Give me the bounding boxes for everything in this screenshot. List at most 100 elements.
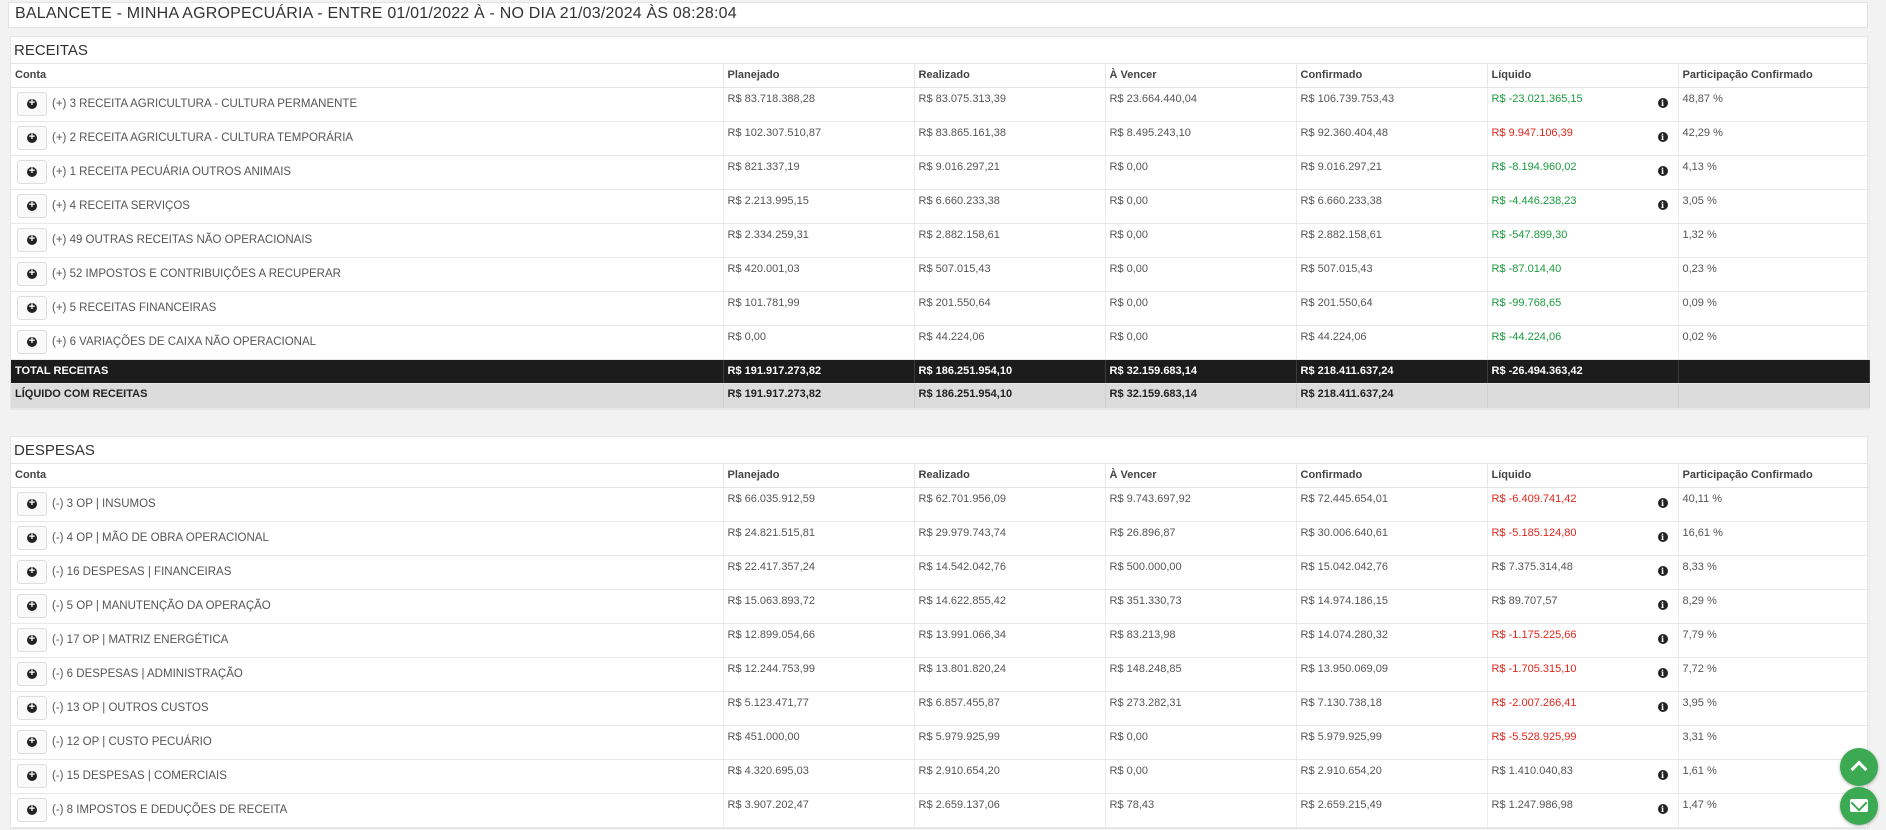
participacao-cell: 40,11 % bbox=[1678, 487, 1870, 522]
conta-cell: (+) 3 RECEITA AGRICULTURA - CULTURA PERM… bbox=[11, 87, 724, 122]
info-icon[interactable]: i bbox=[1657, 599, 1668, 610]
participacao-cell: 42,29 % bbox=[1678, 121, 1870, 156]
expand-plus-icon[interactable] bbox=[17, 696, 47, 720]
report-title: BALANCETE - MINHA AGROPECUÁRIA - ENTRE 0… bbox=[15, 5, 737, 22]
expand-plus-icon[interactable] bbox=[17, 330, 47, 354]
planejado-cell: R$ 0,00 bbox=[723, 325, 915, 360]
planejado-cell: R$ 83.718.388,28 bbox=[723, 87, 915, 122]
expand-plus-icon[interactable] bbox=[17, 798, 47, 822]
info-icon[interactable]: i bbox=[1657, 701, 1668, 712]
scroll-top-button[interactable] bbox=[1840, 748, 1878, 786]
info-icon[interactable]: i bbox=[1657, 531, 1668, 542]
conta-cell: (+) 4 RECEITA SERVIÇOS bbox=[11, 189, 724, 224]
table-row: (-) 13 OP | OUTROS CUSTOS R$ 5.123.471,77… bbox=[11, 691, 1870, 726]
liquido-value: R$ 9.947.106,39 bbox=[1491, 126, 1573, 139]
conta-label[interactable]: (+) 1 RECEITA PECUÁRIA OUTROS ANIMAIS bbox=[52, 166, 291, 178]
conta-label[interactable]: (-) 16 DESPESAS | FINANCEIRAS bbox=[52, 566, 231, 578]
realizado-cell: R$ 13.801.820,24 bbox=[914, 657, 1106, 692]
info-icon[interactable]: i bbox=[1657, 497, 1668, 508]
table-row: (-) 4 OP | MÃO DE OBRA OPERACIONAL R$ 24.… bbox=[11, 521, 1870, 556]
participacao-cell: 3,95 % bbox=[1678, 691, 1870, 726]
conta-label[interactable]: (-) 12 OP | CUSTO PECUÁRIO bbox=[52, 736, 212, 748]
expand-plus-icon[interactable] bbox=[17, 492, 47, 516]
contact-mail-button[interactable] bbox=[1840, 787, 1878, 825]
expand-plus-icon[interactable] bbox=[17, 126, 47, 150]
conta-label[interactable]: (-) 5 OP | MANUTENÇÃO DA OPERAÇÃO bbox=[52, 600, 271, 612]
conta-label[interactable]: (+) 5 RECEITAS FINANCEIRAS bbox=[52, 302, 216, 314]
conta-cell: (+) 6 VARIAÇÕES DE CAIXA NÃO OPERACIONAL bbox=[11, 325, 724, 360]
liquido-receitas-row-a-vencer: R$ 32.159.683,14 bbox=[1105, 383, 1297, 409]
participacao-cell: 8,29 % bbox=[1678, 589, 1870, 624]
conta-label[interactable]: (-) 15 DESPESAS | COMERCIAIS bbox=[52, 770, 227, 782]
expand-plus-icon[interactable] bbox=[17, 160, 47, 184]
confirmado-cell: R$ 106.739.753,43 bbox=[1296, 87, 1488, 122]
confirmado-cell: R$ 15.042.042,76 bbox=[1296, 555, 1488, 590]
planejado-cell: R$ 101.781,99 bbox=[723, 291, 915, 326]
liquido-value: R$ 1.410.040,83 bbox=[1491, 764, 1573, 777]
info-icon[interactable]: i bbox=[1657, 769, 1668, 780]
liquido-cell: R$ -2.007.266,41 i bbox=[1487, 691, 1679, 726]
info-icon[interactable]: i bbox=[1657, 165, 1668, 176]
info-icon[interactable]: i bbox=[1657, 97, 1668, 108]
realizado-cell: R$ 6.857.455,87 bbox=[914, 691, 1106, 726]
expand-plus-icon[interactable] bbox=[17, 526, 47, 550]
info-icon[interactable]: i bbox=[1657, 803, 1668, 814]
conta-label[interactable]: (-) 3 OP | INSUMOS bbox=[52, 498, 156, 510]
expand-plus-icon[interactable] bbox=[17, 764, 47, 788]
confirmado-cell: R$ 14.074.280,32 bbox=[1296, 623, 1488, 658]
total-receitas-row-planejado: R$ 191.917.273,82 bbox=[723, 359, 915, 384]
expand-plus-icon[interactable] bbox=[17, 296, 47, 320]
conta-label[interactable]: (+) 49 OUTRAS RECEITAS NÃO OPERACIONAIS bbox=[52, 234, 312, 246]
realizado-cell: R$ 2.910.654,20 bbox=[914, 759, 1106, 794]
liquido-value: R$ -547.899,30 bbox=[1491, 228, 1568, 241]
confirmado-cell: R$ 2.659.215,49 bbox=[1296, 793, 1488, 828]
info-icon[interactable]: i bbox=[1657, 667, 1668, 678]
conta-label[interactable]: (+) 2 RECEITA AGRICULTURA - CULTURA TEMP… bbox=[52, 132, 353, 144]
conta-cell: (-) 16 DESPESAS | FINANCEIRAS bbox=[11, 555, 724, 590]
expand-plus-icon[interactable] bbox=[17, 194, 47, 218]
participacao-cell: 48,87 % bbox=[1678, 87, 1870, 122]
realizado-cell: R$ 29.979.743,74 bbox=[914, 521, 1106, 556]
conta-label[interactable]: (-) 4 OP | MÃO DE OBRA OPERACIONAL bbox=[52, 532, 269, 544]
conta-label[interactable]: (+) 4 RECEITA SERVIÇOS bbox=[52, 200, 190, 212]
expand-plus-icon[interactable] bbox=[17, 262, 47, 286]
expand-plus-icon[interactable] bbox=[17, 628, 47, 652]
liquido-cell: R$ 7.375.314,48 i bbox=[1487, 555, 1679, 590]
conta-label[interactable]: (-) 8 IMPOSTOS E DEDUÇÕES DE RECEITA bbox=[52, 804, 287, 816]
conta-label[interactable]: (-) 6 DESPESAS | ADMINISTRAÇÃO bbox=[52, 668, 243, 680]
total-receitas-row-label: TOTAL RECEITAS bbox=[11, 359, 724, 384]
expand-plus-icon[interactable] bbox=[17, 228, 47, 252]
conta-label[interactable]: (-) 17 OP | MATRIZ ENERGÉTICA bbox=[52, 634, 228, 646]
planejado-cell: R$ 22.417.357,24 bbox=[723, 555, 915, 590]
expand-plus-icon[interactable] bbox=[17, 92, 47, 116]
planejado-cell: R$ 24.821.515,81 bbox=[723, 521, 915, 556]
conta-cell: (-) 17 OP | MATRIZ ENERGÉTICA bbox=[11, 623, 724, 658]
info-icon[interactable]: i bbox=[1657, 131, 1668, 142]
expand-plus-icon[interactable] bbox=[17, 560, 47, 584]
conta-cell: (+) 5 RECEITAS FINANCEIRAS bbox=[11, 291, 724, 326]
info-icon[interactable]: i bbox=[1657, 565, 1668, 576]
confirmado-cell: R$ 7.130.738,18 bbox=[1296, 691, 1488, 726]
conta-label[interactable]: (+) 52 IMPOSTOS E CONTRIBUIÇÕES A RECUPE… bbox=[52, 268, 341, 280]
realizado-cell: R$ 44.224,06 bbox=[914, 325, 1106, 360]
expand-plus-icon[interactable] bbox=[17, 730, 47, 754]
liquido-cell: R$ -5.528.925,99 bbox=[1487, 725, 1679, 760]
expand-plus-icon[interactable] bbox=[17, 594, 47, 618]
liquido-value: R$ -87.014,40 bbox=[1491, 262, 1562, 275]
conta-label[interactable]: (+) 3 RECEITA AGRICULTURA - CULTURA PERM… bbox=[52, 98, 357, 110]
liquido-cell: R$ -99.768,65 bbox=[1487, 291, 1679, 326]
liquido-receitas-row-participacao bbox=[1678, 383, 1870, 409]
liquido-cell: R$ -1.175.225,66 i bbox=[1487, 623, 1679, 658]
table-row: (+) 1 RECEITA PECUÁRIA OUTROS ANIMAIS R$ … bbox=[11, 155, 1870, 190]
expand-plus-icon[interactable] bbox=[17, 662, 47, 686]
info-icon[interactable]: i bbox=[1657, 199, 1668, 210]
header-realizado: Realizado bbox=[914, 64, 1106, 88]
conta-label[interactable]: (-) 13 OP | OUTROS CUSTOS bbox=[52, 702, 209, 714]
participacao-cell: 3,05 % bbox=[1678, 189, 1870, 224]
receitas-panel: RECEITAS Conta Planejado Realizado À Ven… bbox=[10, 36, 1870, 410]
total-receitas-row-participacao bbox=[1678, 359, 1870, 384]
conta-label[interactable]: (+) 6 VARIAÇÕES DE CAIXA NÃO OPERACIONAL bbox=[52, 336, 316, 348]
table-row: (-) 3 OP | INSUMOS R$ 66.035.912,59R$ 62.… bbox=[11, 487, 1870, 522]
info-icon[interactable]: i bbox=[1657, 633, 1668, 644]
a-vencer-cell: R$ 0,00 bbox=[1105, 223, 1297, 258]
